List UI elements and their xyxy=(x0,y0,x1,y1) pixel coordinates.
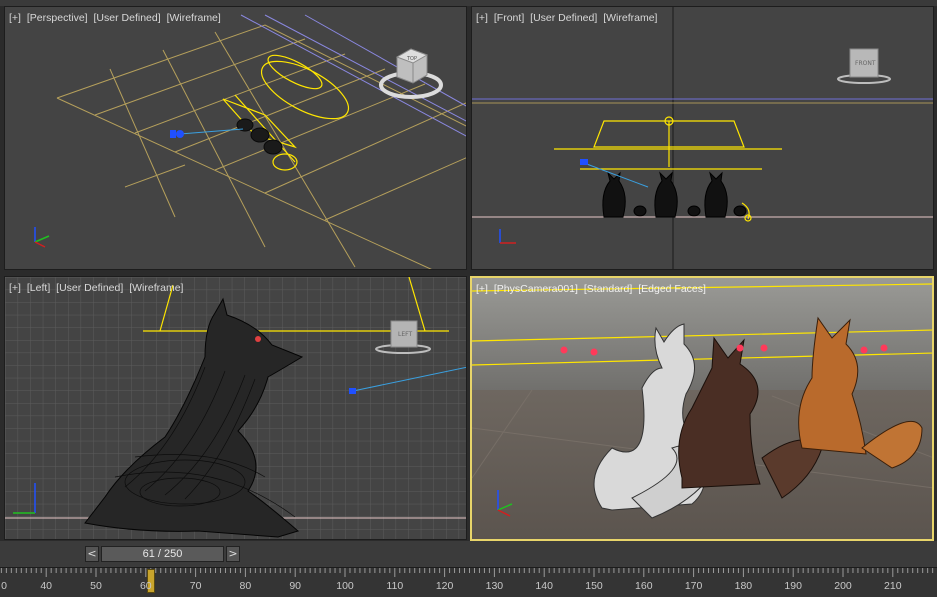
time-slider[interactable]: 61 / 250 xyxy=(101,546,224,562)
viewport-pov-menu[interactable]: [Front] xyxy=(494,12,524,24)
viewport-label-perspective: [+] [Perspective] [User Defined] [Wirefr… xyxy=(9,12,224,24)
viewport-perspective[interactable]: [+] [Perspective] [User Defined] [Wirefr… xyxy=(4,6,467,270)
track-bar-tick-label: 110 xyxy=(386,580,404,592)
track-bar-tick-label: 100 xyxy=(336,580,354,592)
viewport-front[interactable]: [+] [Front] [User Defined] [Wireframe] F… xyxy=(471,6,934,270)
track-bar-tick-label: 140 xyxy=(535,580,553,592)
time-slider-bar: < 61 / 250 > xyxy=(0,541,937,567)
viewport-shading-menu[interactable]: [Standard] xyxy=(584,283,632,295)
track-bar-tick-label: 80 xyxy=(239,580,252,592)
viewport-menu-plus[interactable]: [+] xyxy=(9,282,21,294)
axis-tripod-front xyxy=(499,229,516,244)
viewcube-face-label: LEFT xyxy=(398,331,412,338)
track-bar-tick-label: 130 xyxy=(485,580,504,592)
track-bar-tick-label: 90 xyxy=(289,580,302,592)
viewport-shading-menu[interactable]: [User Defined] xyxy=(56,282,123,294)
viewport-label-left: [+] [Left] [User Defined] [Wireframe] xyxy=(9,282,186,294)
viewport-label-camera: [+] [PhysCamera001] [Standard] [Edged Fa… xyxy=(476,283,709,295)
viewport-display-menu[interactable]: [Edged Faces] xyxy=(638,283,706,295)
previous-frame-button[interactable]: < xyxy=(85,546,99,562)
track-bar-tick-label: 180 xyxy=(734,580,753,592)
viewcube-face-label: FRONT xyxy=(855,60,876,67)
track-bar-tick-label: 50 xyxy=(90,580,102,592)
viewport-display-menu[interactable]: [Wireframe] xyxy=(167,12,221,24)
viewport-display-menu[interactable]: [Wireframe] xyxy=(129,282,183,294)
viewport-pov-menu[interactable]: [Left] xyxy=(27,282,50,294)
track-bar-tick-label: 150 xyxy=(585,580,603,592)
camera-scene xyxy=(472,278,932,539)
track-bar-tick-label: 210 xyxy=(884,580,902,592)
viewport-shading-menu[interactable]: [User Defined] xyxy=(94,12,161,24)
next-frame-button[interactable]: > xyxy=(226,546,240,562)
track-bar-tick-label: 160 xyxy=(635,580,653,592)
track-bar-tick-label: 170 xyxy=(684,580,703,592)
track-bar-tick-label: 0 xyxy=(1,580,7,592)
track-bar-tick-label: 60 xyxy=(139,580,152,592)
track-bar-tick-label: 190 xyxy=(784,580,802,592)
viewport-menu-plus[interactable]: [+] xyxy=(476,12,488,24)
axis-tripod-perspective xyxy=(34,227,50,248)
viewport-menu-plus[interactable]: [+] xyxy=(476,283,488,295)
track-bar-tick-label: 200 xyxy=(834,580,852,592)
viewport-pov-menu[interactable]: [Perspective] xyxy=(27,12,88,24)
viewport-menu-plus[interactable]: [+] xyxy=(9,12,21,24)
viewport-pov-menu[interactable]: [PhysCamera001] xyxy=(494,283,578,295)
track-bar-tick-label: 40 xyxy=(40,580,53,592)
viewport-shading-menu[interactable]: [User Defined] xyxy=(530,12,597,24)
track-bar[interactable]: 0 40 50 60 70 80 90 100 110 120 130 140 150 160 170 180… xyxy=(0,567,937,597)
viewport-display-menu[interactable]: [Wireframe] xyxy=(603,12,657,24)
track-bar-tick-label: 70 xyxy=(189,580,202,592)
viewport-label-front: [+] [Front] [User Defined] [Wireframe] xyxy=(476,12,660,24)
viewport-left[interactable]: [+] [Left] [User Defined] [Wireframe] LE… xyxy=(4,276,467,540)
viewport-camera[interactable]: [+] [PhysCamera001] [Standard] [Edged Fa… xyxy=(470,276,934,541)
viewcube-face-label: TOP xyxy=(406,56,417,62)
track-bar-tick-label: 120 xyxy=(435,580,454,592)
